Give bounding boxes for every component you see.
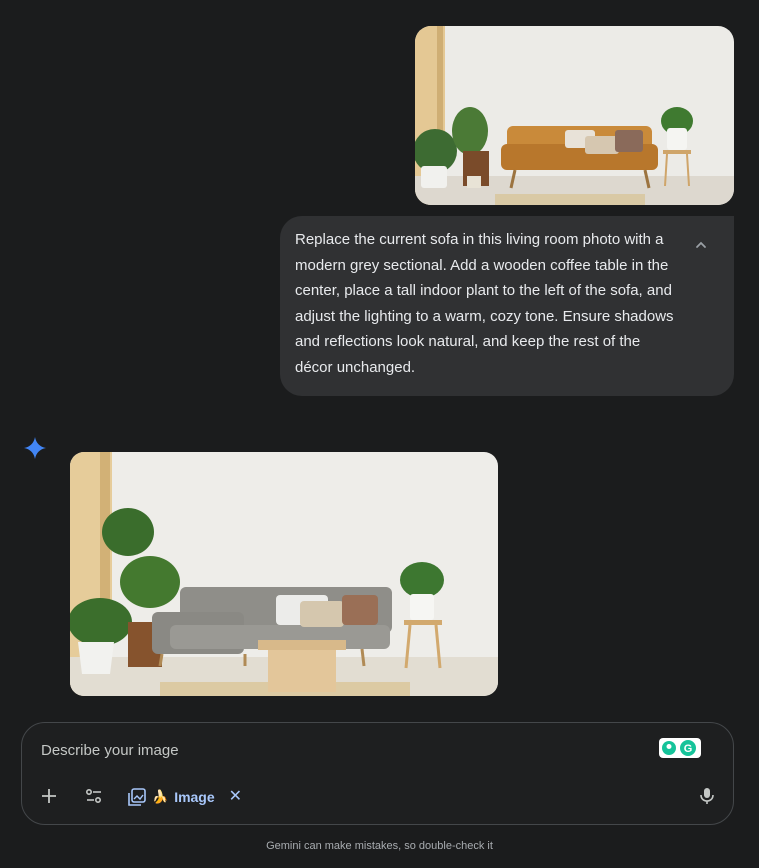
svg-text:G: G <box>684 743 693 755</box>
living-room-orange-sofa-image <box>415 26 734 205</box>
close-icon[interactable]: ✕ <box>229 789 242 805</box>
living-room-grey-sectional-image <box>70 452 498 696</box>
grammarly-icon[interactable]: G <box>659 738 701 758</box>
plus-icon[interactable] <box>38 785 60 807</box>
gemini-sparkle-icon <box>24 437 46 459</box>
banana-emoji: 🍌 <box>152 789 169 804</box>
microphone-icon[interactable] <box>696 785 718 807</box>
sliders-icon[interactable] <box>83 785 105 807</box>
prompt-input-box[interactable]: Describe your image G 🍌 Image ✕ <box>21 722 734 825</box>
generated-image[interactable] <box>70 452 498 696</box>
image-gallery-icon <box>128 788 146 806</box>
user-uploaded-image[interactable] <box>415 26 734 205</box>
user-prompt-text: Replace the current sofa in this living … <box>295 231 674 376</box>
prompt-input-placeholder[interactable]: Describe your image <box>41 742 179 759</box>
user-message-bubble: Replace the current sofa in this living … <box>280 216 734 396</box>
image-tool-chip[interactable]: 🍌 Image ✕ <box>128 785 242 809</box>
disclaimer-text: Gemini can make mistakes, so double-chec… <box>266 840 493 852</box>
chevron-up-icon[interactable] <box>694 238 708 252</box>
image-chip-label: Image <box>174 789 215 805</box>
